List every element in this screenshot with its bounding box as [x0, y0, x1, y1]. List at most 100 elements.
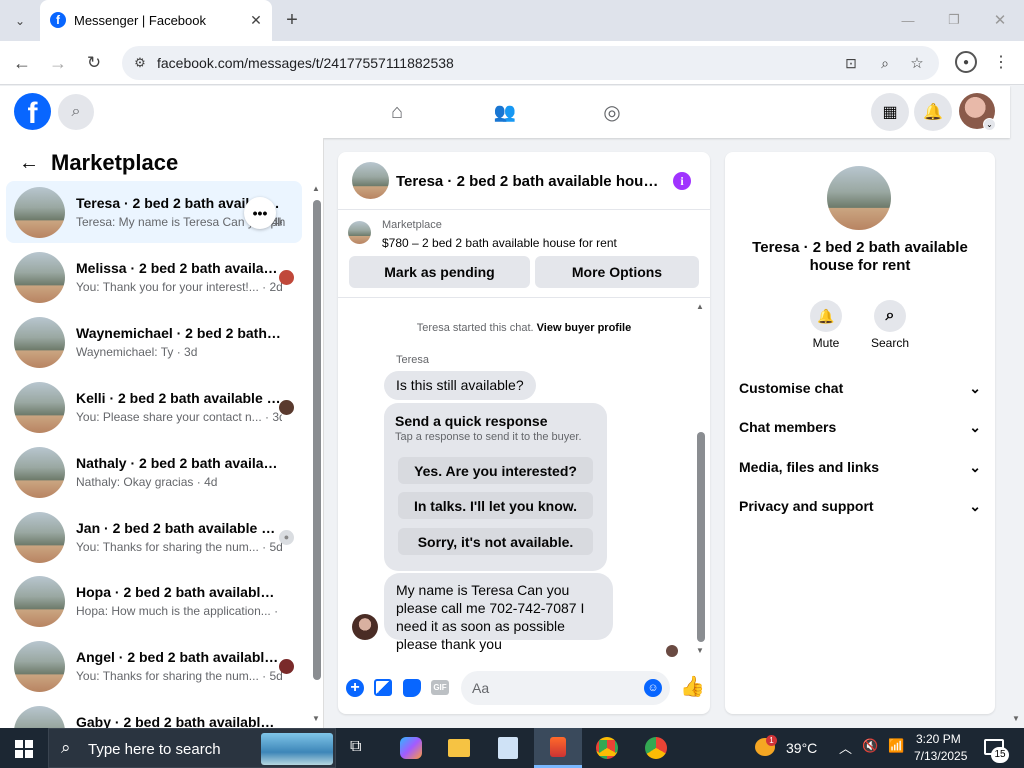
- more-options-button[interactable]: More Options: [535, 256, 699, 288]
- url-text: facebook.com/messages/t/2417755711188253…: [157, 55, 454, 71]
- clock-time[interactable]: 3:20 PM: [916, 732, 961, 746]
- mark-pending-button[interactable]: Mark as pending: [349, 256, 530, 288]
- list-item[interactable]: Waynemichael · 2 bed 2 bath available ho…: [6, 311, 302, 373]
- tray-chevron-icon[interactable]: ︿: [839, 738, 852, 757]
- temperature[interactable]: 39°C: [786, 740, 817, 756]
- view-buyer-profile-link[interactable]: View buyer profile: [537, 322, 632, 334]
- list-item[interactable]: Jan · 2 bed 2 bath available house for r…: [6, 506, 302, 568]
- chat-scrollbar-up[interactable]: ▲: [696, 302, 704, 311]
- list-item[interactable]: Gaby · 2 bed 2 bath available house for …: [6, 700, 302, 728]
- chat-scrollbar-down[interactable]: ▼: [696, 646, 704, 655]
- more-options-icon[interactable]: •••: [244, 197, 276, 229]
- search-icon[interactable]: ⌕: [58, 94, 94, 130]
- conversation-title: Gaby · 2 bed 2 bath available house for …: [76, 714, 282, 728]
- scrollbar-down-arrow[interactable]: ▼: [312, 714, 320, 723]
- back-arrow-icon[interactable]: ←: [18, 152, 40, 174]
- media-files-row[interactable]: Media, files and links ⌄: [739, 455, 981, 479]
- back-icon[interactable]: ←: [10, 51, 34, 75]
- chat-header: Teresa · 2 bed 2 bath available house fo…: [338, 152, 710, 210]
- close-tab-icon[interactable]: ✕: [246, 10, 266, 30]
- listing-thumbnail: [14, 187, 65, 238]
- privacy-support-row[interactable]: Privacy and support ⌄: [739, 494, 981, 518]
- conversation-title: Melissa · 2 bed 2 bath available house f…: [76, 260, 282, 276]
- list-item[interactable]: Melissa · 2 bed 2 bath available house f…: [6, 246, 302, 308]
- listing-small-thumbnail: [348, 221, 371, 244]
- search-icon: ⌕: [61, 738, 71, 757]
- task-view-icon[interactable]: ⧉: [350, 738, 361, 756]
- gif-icon[interactable]: GIF: [431, 680, 449, 695]
- chat-title[interactable]: Teresa · 2 bed 2 bath available house fo…: [396, 173, 660, 190]
- notifications-icon[interactable]: 🔔: [914, 93, 952, 131]
- restore-icon[interactable]: ❐: [942, 8, 966, 32]
- copilot-icon[interactable]: [400, 737, 422, 759]
- reload-icon[interactable]: ↻: [82, 51, 106, 75]
- sender-name: Teresa: [396, 354, 430, 366]
- notepad-app-icon[interactable]: [498, 737, 518, 759]
- new-tab-icon[interactable]: +: [280, 8, 304, 32]
- add-icon[interactable]: +: [346, 679, 364, 697]
- profile-icon[interactable]: ●: [955, 51, 977, 73]
- close-window-icon[interactable]: ✕: [988, 8, 1012, 32]
- list-scrollbar[interactable]: [313, 200, 321, 680]
- forward-icon[interactable]: →: [46, 51, 70, 75]
- chrome-icon[interactable]: [596, 737, 618, 759]
- quick-response-option[interactable]: Sorry, it's not available.: [398, 528, 593, 555]
- chat-members-row[interactable]: Chat members ⌄: [739, 415, 981, 439]
- minimize-icon[interactable]: —: [896, 8, 920, 32]
- conversation-list-panel: ← Marketplace Teresa · 2 bed 2 bath avai…: [0, 138, 324, 728]
- browser-menu-icon[interactable]: ⋮: [992, 51, 1010, 73]
- windows-start-icon[interactable]: [15, 740, 33, 758]
- volume-muted-icon[interactable]: 🔇: [862, 738, 878, 754]
- chat-scrollbar[interactable]: [697, 432, 705, 642]
- list-item[interactable]: Hopa · 2 bed 2 bath available house for …: [6, 570, 302, 632]
- like-icon[interactable]: 👍: [680, 676, 705, 698]
- groups-icon[interactable]: ◎: [599, 99, 625, 125]
- quick-response-option[interactable]: In talks. I'll let you know.: [398, 492, 593, 519]
- photo-icon[interactable]: [374, 679, 392, 696]
- conversation-snippet: Hopa: How much is the application... · 5…: [76, 604, 282, 618]
- clock-date[interactable]: 7/13/2025: [914, 749, 967, 763]
- chat-started-notice: Teresa started this chat. View buyer pro…: [416, 322, 632, 334]
- composer: + GIF Aa ☺ 👍: [338, 670, 710, 714]
- listing-thumbnail: [14, 252, 65, 303]
- read-receipt-avatar: ●: [279, 530, 294, 545]
- install-icon[interactable]: ⊡: [840, 53, 862, 73]
- conversation-title: Nathaly · 2 bed 2 bath available house f…: [76, 455, 282, 471]
- list-item[interactable]: Angel · 2 bed 2 bath available house for…: [6, 635, 302, 697]
- conversation-title: Kelli · 2 bed 2 bath available house for…: [76, 390, 282, 406]
- quick-response-option[interactable]: Yes. Are you interested?: [398, 457, 593, 484]
- list-item[interactable]: Kelli · 2 bed 2 bath available house for…: [6, 376, 302, 438]
- message-input[interactable]: Aa ☺: [461, 671, 670, 705]
- info-icon[interactable]: i: [673, 172, 691, 190]
- zoom-icon[interactable]: ⌕: [874, 53, 896, 73]
- mute-bell-icon[interactable]: 🔔: [810, 300, 842, 332]
- read-receipt-avatar: [279, 659, 294, 674]
- list-item[interactable]: Nathaly · 2 bed 2 bath available house f…: [6, 441, 302, 503]
- friends-icon[interactable]: 👥: [492, 99, 518, 125]
- home-icon[interactable]: ⌂: [384, 99, 410, 125]
- active-app-highlight[interactable]: [534, 728, 582, 768]
- file-explorer-icon[interactable]: [448, 739, 470, 757]
- emoji-icon[interactable]: ☺: [644, 679, 662, 697]
- chevron-down-icon: ⌄: [969, 497, 981, 514]
- url-field[interactable]: ⚙ facebook.com/messages/t/24177557111882…: [122, 46, 939, 80]
- customise-chat-row[interactable]: Customise chat ⌄: [739, 376, 981, 400]
- listing-label: Marketplace: [382, 219, 442, 231]
- facebook-logo[interactable]: f: [14, 93, 51, 130]
- list-item[interactable]: Teresa · 2 bed 2 bath available house fo…: [6, 181, 302, 243]
- network-icon[interactable]: 📶: [888, 738, 904, 754]
- listing-thumbnail: [14, 382, 65, 433]
- site-info-icon[interactable]: ⚙: [130, 53, 150, 73]
- search-icon[interactable]: ⌕: [874, 300, 906, 332]
- apps-menu-icon[interactable]: ▦: [871, 93, 909, 131]
- account-chevron-icon[interactable]: ⌄: [983, 118, 996, 131]
- bookmark-star-icon[interactable]: ☆: [906, 53, 928, 73]
- taskbar-search-box[interactable]: ⌕ Type here to search: [48, 728, 336, 768]
- page-scrollbar-down[interactable]: ▼: [1012, 714, 1020, 723]
- browser-tab[interactable]: f Messenger | Facebook ✕: [40, 0, 272, 41]
- chrome-profile-icon[interactable]: [645, 737, 667, 759]
- taskbar-search-placeholder: Type here to search: [88, 741, 221, 758]
- tab-search-icon[interactable]: ⌄: [8, 10, 32, 32]
- scrollbar-up-arrow[interactable]: ▲: [312, 184, 320, 193]
- sticker-icon[interactable]: [403, 679, 421, 697]
